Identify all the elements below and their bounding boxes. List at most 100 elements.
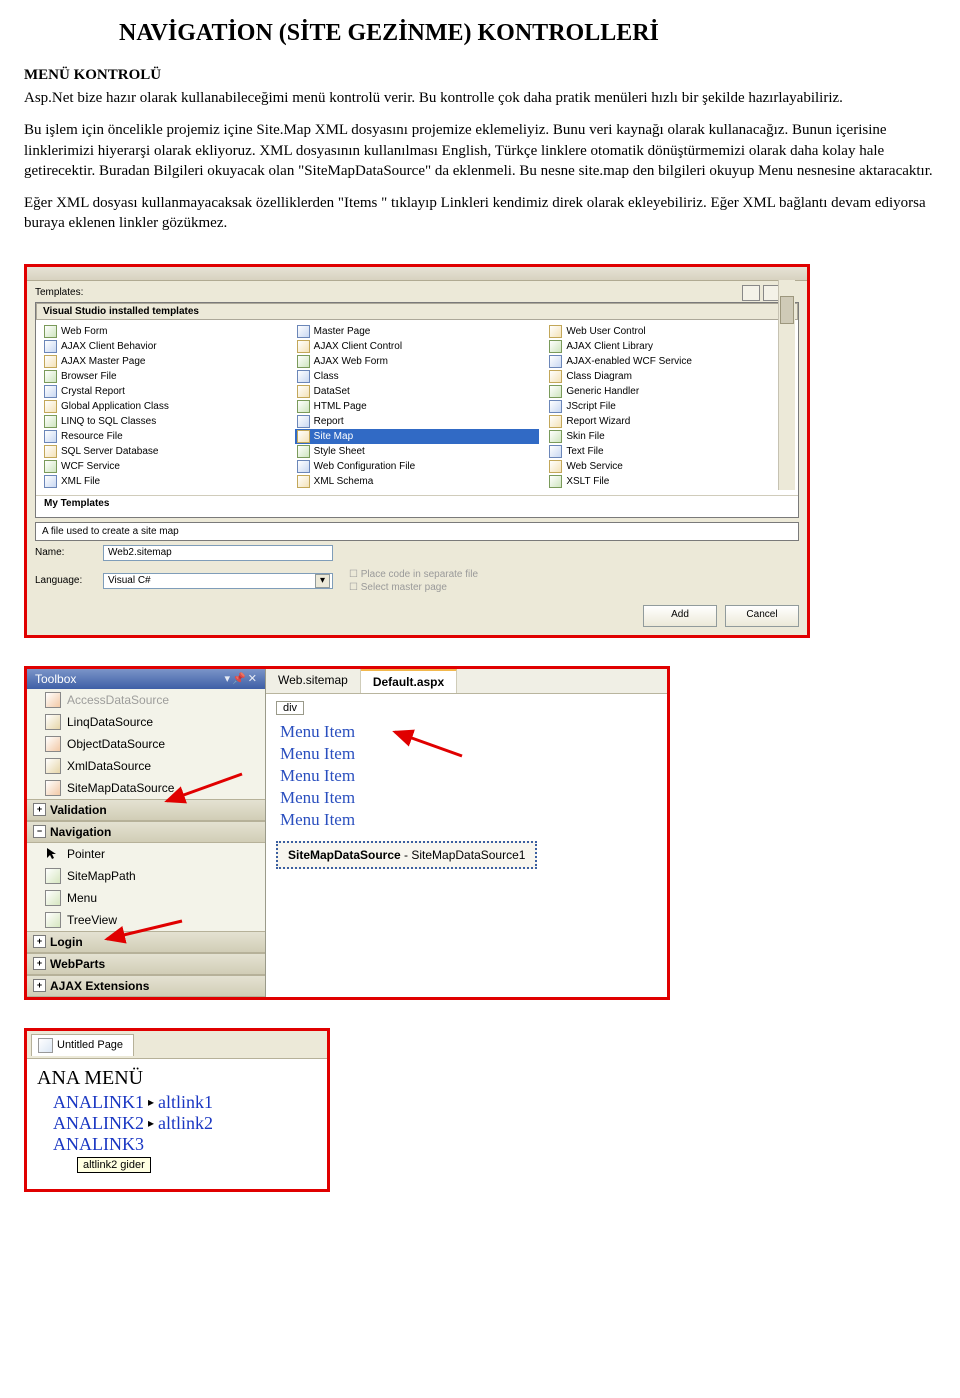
browser-tab-bar: Untitled Page — [27, 1031, 327, 1059]
tab-web-sitemap[interactable]: Web.sitemap — [266, 669, 361, 693]
arrow-annotation-icon — [97, 917, 187, 947]
place-code-checkbox[interactable]: Place code in separate file — [349, 569, 478, 580]
sitemapdatasource-control[interactable]: SiteMapDataSource - SiteMapDataSource1 — [276, 841, 537, 869]
file-icon — [44, 415, 57, 428]
category-navigation[interactable]: −Navigation — [27, 821, 265, 843]
template-item[interactable]: AJAX Web Form — [295, 354, 540, 369]
toolbox-item[interactable]: ObjectDataSource — [27, 733, 265, 755]
template-item[interactable]: Generic Handler — [547, 384, 792, 399]
menu-main-link[interactable]: ANALINK1 — [53, 1092, 144, 1113]
designer-surface: Web.sitemap Default.aspx div Menu ItemMe… — [266, 669, 667, 997]
view-large-icons-button[interactable] — [742, 285, 760, 301]
paragraph: Bu işlem için öncelikle projemiz içine S… — [24, 120, 936, 181]
template-item[interactable]: Report Wizard — [547, 414, 792, 429]
name-input[interactable]: Web2.sitemap — [103, 545, 333, 561]
language-select[interactable]: Visual C# ▾ — [103, 573, 333, 589]
category-webparts[interactable]: +WebParts — [27, 953, 265, 975]
file-icon — [44, 460, 57, 473]
toolbox-item-label: XmlDataSource — [67, 759, 151, 773]
file-icon — [549, 445, 562, 458]
component-icon — [45, 758, 61, 774]
pin-icon[interactable]: 📌 — [232, 672, 246, 685]
template-item[interactable]: SQL Server Database — [42, 444, 287, 459]
template-item[interactable]: Browser File — [42, 369, 287, 384]
template-item[interactable]: Report — [295, 414, 540, 429]
template-item-label: Resource File — [61, 431, 123, 442]
add-button[interactable]: Add — [643, 605, 717, 627]
template-item[interactable]: XSLT File — [547, 474, 792, 489]
template-item-label: Crystal Report — [61, 386, 125, 397]
file-icon — [44, 325, 57, 338]
template-item[interactable]: HTML Page — [295, 399, 540, 414]
menu-link-row[interactable]: ANALINK3 — [37, 1134, 317, 1155]
template-item[interactable]: XML Schema — [295, 474, 540, 489]
template-item[interactable]: AJAX Client Behavior — [42, 339, 287, 354]
template-item[interactable]: Crystal Report — [42, 384, 287, 399]
template-item[interactable]: AJAX Master Page — [42, 354, 287, 369]
template-item[interactable]: Web User Control — [547, 324, 792, 339]
menu-item-placeholder[interactable]: Menu Item — [280, 765, 657, 787]
template-item[interactable]: Web Configuration File — [295, 459, 540, 474]
template-item[interactable]: AJAX Client Library — [547, 339, 792, 354]
toolbox-item[interactable]: LinqDataSource — [27, 711, 265, 733]
menu-sub-link[interactable]: altlink2 — [158, 1113, 213, 1134]
template-item[interactable]: AJAX Client Control — [295, 339, 540, 354]
template-item[interactable]: DataSet — [295, 384, 540, 399]
menu-control[interactable]: Menu ItemMenu ItemMenu ItemMenu ItemMenu… — [280, 721, 657, 831]
file-icon — [549, 370, 562, 383]
dropdown-icon[interactable]: ▾ — [225, 672, 231, 685]
toolbox-item[interactable]: Menu — [27, 887, 265, 909]
panel-header: Visual Studio installed templates — [36, 303, 798, 320]
component-icon — [45, 780, 61, 796]
category-ajax-extensions[interactable]: +AJAX Extensions — [27, 975, 265, 997]
template-item[interactable]: Global Application Class — [42, 399, 287, 414]
menu-sub-link[interactable]: altlink1 — [158, 1092, 213, 1113]
template-item[interactable]: Text File — [547, 444, 792, 459]
template-item[interactable]: XML File — [42, 474, 287, 489]
template-item[interactable]: Style Sheet — [295, 444, 540, 459]
menu-item-placeholder[interactable]: Menu Item — [280, 809, 657, 831]
template-item[interactable]: AJAX-enabled WCF Service — [547, 354, 792, 369]
template-item[interactable]: Master Page — [295, 324, 540, 339]
component-icon — [45, 714, 61, 730]
menu-main-link[interactable]: ANALINK2 — [53, 1113, 144, 1134]
template-item[interactable]: WCF Service — [42, 459, 287, 474]
template-item-label: Text File — [566, 446, 603, 457]
template-item[interactable]: Skin File — [547, 429, 792, 444]
toolbox-item[interactable]: AccessDataSource — [27, 689, 265, 711]
close-icon[interactable]: ✕ — [248, 672, 257, 685]
template-item[interactable]: Web Form — [42, 324, 287, 339]
template-item-label: Master Page — [314, 326, 371, 337]
expand-icon: + — [33, 935, 46, 948]
tab-default-aspx[interactable]: Default.aspx — [361, 669, 457, 693]
toolbox-item[interactable]: SiteMapPath — [27, 865, 265, 887]
file-icon — [44, 445, 57, 458]
select-master-page-checkbox[interactable]: Select master page — [349, 582, 478, 593]
template-description: A file used to create a site map — [35, 522, 799, 541]
menu-link-row[interactable]: ANALINK1 ▸ altlink1 — [37, 1092, 317, 1113]
menu-item-placeholder[interactable]: Menu Item — [280, 721, 657, 743]
toolbox-item[interactable]: Pointer — [27, 843, 265, 865]
file-icon — [44, 400, 57, 413]
chevron-right-icon: ▸ — [148, 1095, 154, 1110]
menu-link-row[interactable]: ANALINK2▸altlink2 — [37, 1113, 317, 1134]
language-label: Language: — [35, 575, 97, 586]
template-item-label: XML Schema — [314, 476, 374, 487]
cancel-button[interactable]: Cancel — [725, 605, 799, 627]
template-item[interactable]: Web Service — [547, 459, 792, 474]
template-item[interactable]: Class Diagram — [547, 369, 792, 384]
template-item[interactable]: Resource File — [42, 429, 287, 444]
template-item[interactable]: Class — [295, 369, 540, 384]
menu-main-link[interactable]: ANALINK3 — [53, 1134, 144, 1155]
templates-label: Templates: — [27, 281, 807, 302]
template-item[interactable]: LINQ to SQL Classes — [42, 414, 287, 429]
template-item[interactable]: JScript File — [547, 399, 792, 414]
template-item-label: Style Sheet — [314, 446, 365, 457]
template-item-label: LINQ to SQL Classes — [61, 416, 156, 427]
file-icon — [297, 460, 310, 473]
templates-scrollbar[interactable] — [778, 280, 795, 490]
menu-item-placeholder[interactable]: Menu Item — [280, 743, 657, 765]
browser-tab[interactable]: Untitled Page — [31, 1034, 134, 1056]
template-item[interactable]: Site Map — [295, 429, 540, 444]
menu-item-placeholder[interactable]: Menu Item — [280, 787, 657, 809]
